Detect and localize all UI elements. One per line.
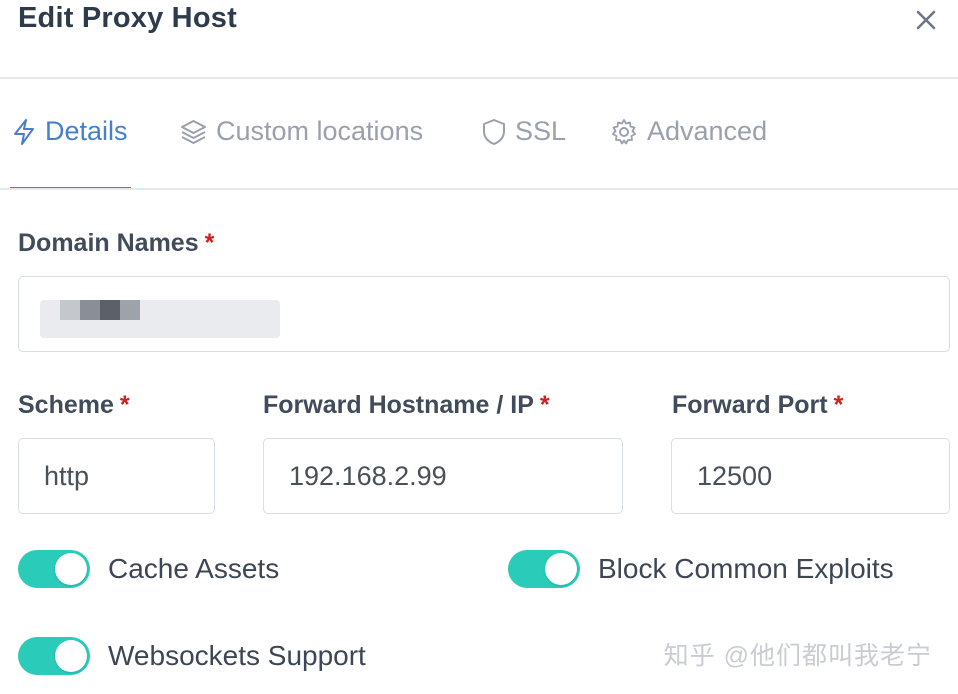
header-divider — [0, 77, 958, 79]
switch-knob — [545, 553, 577, 585]
cache-assets-label: Cache Assets — [108, 553, 280, 584]
required-mark: * — [539, 391, 550, 419]
tabs-divider — [0, 188, 958, 190]
tab-bar: Details Custom locations SSL Advanced — [0, 100, 958, 190]
tab-ssl-label: SSL — [515, 116, 567, 146]
tab-details-label: Details — [45, 116, 128, 146]
forward-hostname-value: 192.168.2.99 — [289, 460, 447, 491]
redacted-pixel — [100, 300, 120, 320]
required-mark: * — [204, 229, 215, 257]
gear-icon — [612, 118, 636, 144]
cache-assets-switch[interactable] — [18, 550, 90, 588]
tab-advanced-label: Advanced — [647, 116, 768, 146]
tab-ssl[interactable]: SSL — [482, 116, 566, 147]
watermark: 知乎 @他们都叫我老宁 — [663, 642, 932, 670]
layers-icon — [181, 120, 206, 144]
switch-knob — [55, 553, 87, 585]
toggle-cache-assets[interactable]: Cache Assets — [18, 550, 279, 588]
shield-icon — [483, 118, 505, 145]
forward-port-value: 12500 — [697, 460, 773, 491]
forward-hostname-input[interactable]: 192.168.2.99 — [263, 438, 623, 514]
block-common-exploits-label: Block Common Exploits — [598, 553, 894, 584]
toggle-block-common-exploits[interactable]: Block Common Exploits — [508, 550, 894, 588]
websockets-support-label: Websockets Support — [108, 640, 366, 671]
forward-hostname-label: Forward Hostname / IP * — [263, 391, 550, 419]
required-mark: * — [119, 391, 130, 419]
redacted-pixel — [120, 300, 140, 320]
scheme-select[interactable]: http — [18, 438, 215, 514]
domain-names-label: Domain Names * — [18, 229, 215, 257]
forward-port-input[interactable]: 12500 — [671, 438, 950, 514]
tab-details[interactable]: Details — [12, 116, 128, 147]
scheme-value: http — [44, 460, 90, 491]
required-mark: * — [833, 391, 844, 419]
bolt-icon — [14, 118, 34, 145]
toggle-websockets-support[interactable]: Websockets Support — [18, 637, 366, 675]
tab-custom-locations-label: Custom locations — [216, 116, 424, 146]
tab-custom-locations[interactable]: Custom locations — [180, 116, 423, 147]
redacted-pixel — [80, 300, 100, 320]
websockets-support-switch[interactable] — [18, 637, 90, 675]
modal-title: Edit Proxy Host — [18, 2, 237, 34]
block-common-exploits-switch[interactable] — [508, 550, 580, 588]
switch-knob — [55, 640, 87, 672]
close-button[interactable] — [910, 4, 942, 36]
close-icon — [916, 10, 936, 30]
tab-advanced[interactable]: Advanced — [610, 116, 767, 147]
redacted-pixel — [60, 300, 80, 320]
scheme-label: Scheme * — [18, 391, 130, 419]
forward-port-label: Forward Port * — [672, 391, 844, 419]
